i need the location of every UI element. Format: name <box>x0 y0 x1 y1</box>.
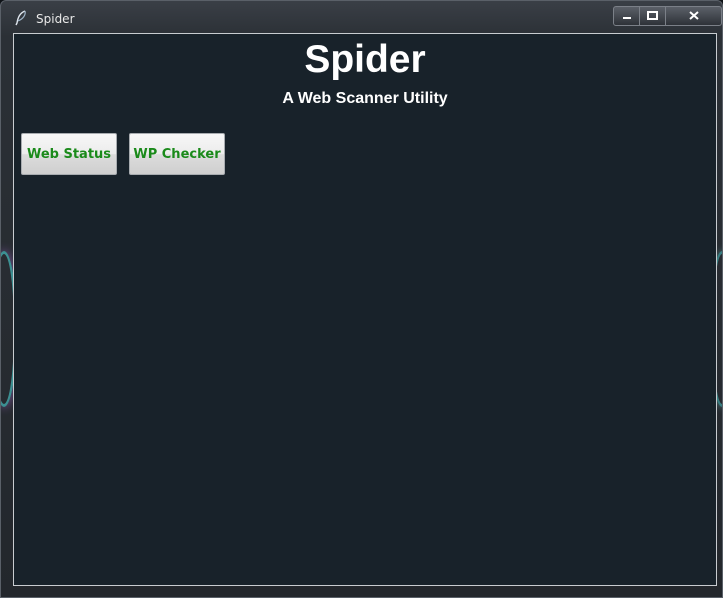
window-titlebar[interactable]: Spider <box>1 1 722 31</box>
minimize-icon <box>622 7 632 25</box>
main-panel: Spider A Web Scanner Utility Web Status … <box>13 33 717 586</box>
web-status-button[interactable]: Web Status <box>21 133 117 175</box>
window-controls <box>613 6 722 26</box>
minimize-button[interactable] <box>614 7 640 25</box>
close-button[interactable] <box>666 7 721 25</box>
wp-checker-button[interactable]: WP Checker <box>129 133 225 175</box>
window-title: Spider <box>36 12 75 26</box>
maximize-icon <box>647 7 658 25</box>
maximize-button[interactable] <box>640 7 666 25</box>
app-title: Spider <box>304 38 426 81</box>
app-window: Spider Spider A Web Scanner Utility Web <box>0 0 723 598</box>
feather-icon <box>14 10 28 26</box>
close-icon <box>688 7 699 25</box>
app-subtitle: A Web Scanner Utility <box>282 90 448 107</box>
